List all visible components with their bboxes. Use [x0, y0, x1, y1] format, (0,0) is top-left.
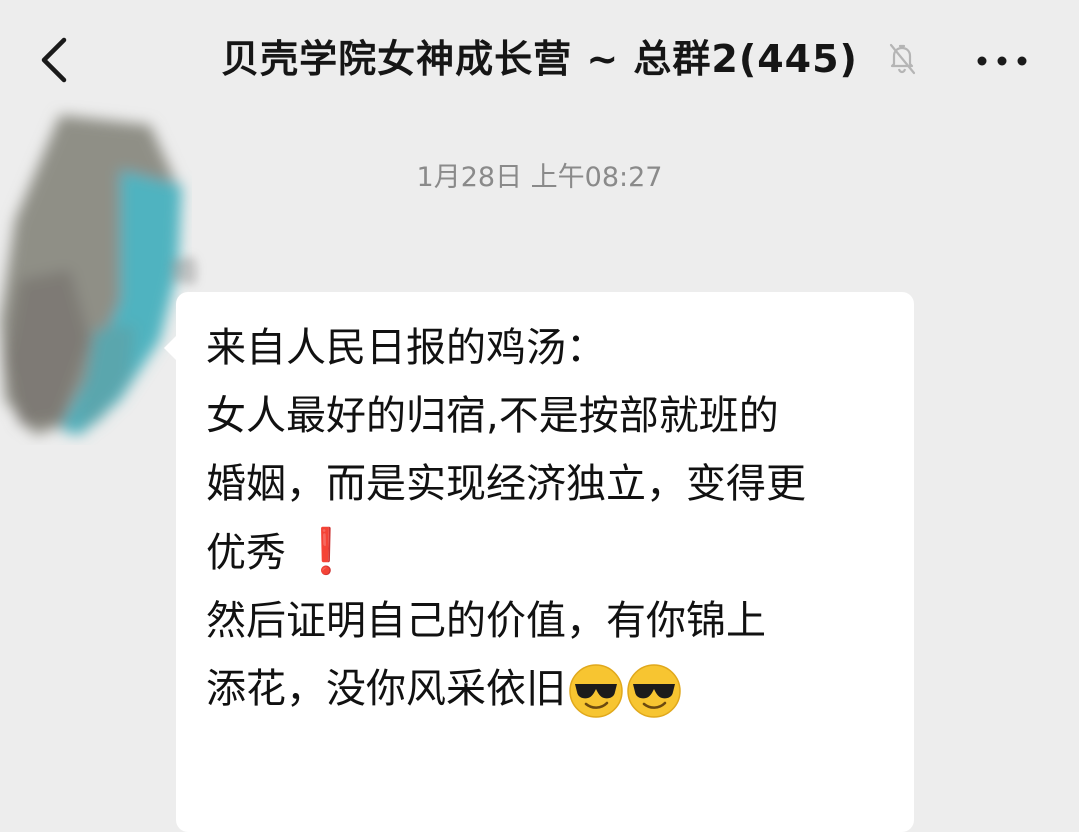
sender-name-text: 婚 — [170, 255, 199, 288]
message-text: 来自人民日报的鸡汤： 女人最好的归宿,不是按部就班的 婚姻，而是实现经济独立，变… — [206, 314, 896, 723]
message-line: 添花，没你风采依旧 — [206, 666, 566, 712]
message-row: 婚 来自人民日报的鸡汤： 女人最好的归宿,不是按部就班的 婚姻，而是实现经济独立… — [0, 100, 1079, 832]
message-line: 优秀 — [206, 530, 286, 576]
avatar[interactable] — [0, 100, 192, 445]
cool-sunglasses-emoji-icon — [627, 664, 681, 718]
red-exclamation-icon: ❗ — [298, 526, 354, 577]
more-dots-icon — [977, 56, 1027, 66]
message-line: 女人最好的归宿,不是按部就班的 — [206, 393, 779, 439]
bell-muted-icon — [884, 40, 920, 76]
message-line: 然后证明自己的价值，有你锦上 — [206, 598, 766, 644]
message-bubble[interactable]: 来自人民日报的鸡汤： 女人最好的归宿,不是按部就班的 婚姻，而是实现经济独立，变… — [164, 292, 914, 832]
sender-name[interactable]: 婚 — [170, 250, 330, 298]
more-options-button[interactable] — [974, 50, 1030, 72]
message-line: 婚姻，而是实现经济独立，变得更 — [206, 461, 806, 507]
message-line: 来自人民日报的鸡汤： — [206, 325, 606, 371]
cool-sunglasses-emoji-icon — [569, 664, 623, 718]
